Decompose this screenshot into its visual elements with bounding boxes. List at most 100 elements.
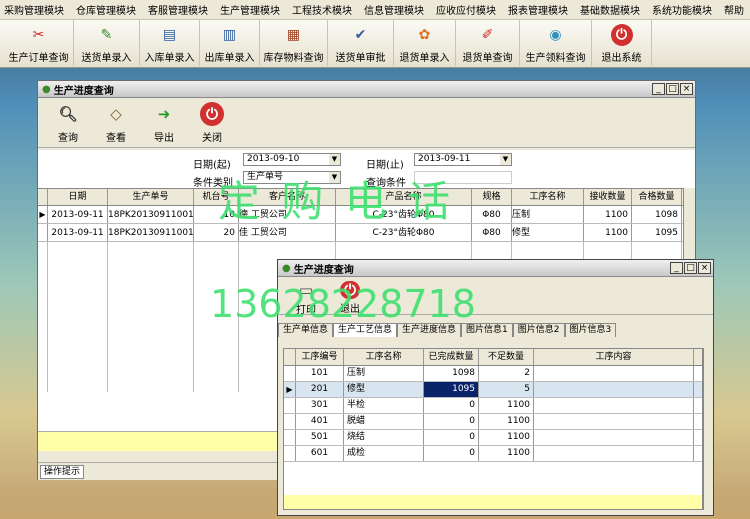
bag-icon: ◉: [549, 27, 562, 43]
exit-icon: ⏻: [610, 24, 633, 46]
window-titlebar[interactable]: ● 生产进度查询 _ □ ×: [278, 260, 713, 277]
power-icon: ⏻: [200, 102, 224, 126]
note-icon: ✎: [100, 27, 113, 43]
column-header[interactable]: 已完成数量: [424, 349, 479, 365]
view-button[interactable]: ◇ 查看: [92, 98, 140, 147]
date-to-field[interactable]: 2013-09-11 ▼: [414, 153, 512, 166]
table-row[interactable]: 301 半检 0 1100: [284, 398, 702, 414]
maximize-button[interactable]: □: [684, 262, 697, 274]
return-query-button[interactable]: ✐ 退货单查询: [456, 20, 520, 66]
tab-process-info[interactable]: 生产工艺信息: [333, 323, 398, 337]
material-query-button[interactable]: ◉ 生产领料查询: [520, 20, 592, 66]
menu-reports[interactable]: 报表管理模块: [508, 2, 568, 17]
pdf-icon: ✂: [32, 27, 45, 43]
printer-icon: ▭: [298, 281, 314, 299]
menu-purchase[interactable]: 采购管理模块: [4, 2, 64, 17]
menu-basedata[interactable]: 基础数据模块: [580, 2, 640, 17]
column-header[interactable]: 客户名称: [239, 189, 336, 205]
column-header[interactable]: 生产单号: [108, 189, 194, 205]
brush-icon: ✐: [481, 27, 494, 43]
chevron-down-icon: ▼: [500, 154, 511, 165]
flower-icon: ✿: [418, 27, 431, 43]
column-header[interactable]: 日期: [48, 189, 108, 205]
export-button[interactable]: ➜ 导出: [140, 98, 188, 147]
table-row[interactable]: 2013-09-11 18PK20130911001 20 佳 工贸公司 C-2…: [38, 224, 685, 242]
inbox-icon: ▤: [162, 27, 177, 43]
delivery-approve-button[interactable]: ✔ 送货单审批: [328, 20, 394, 66]
close-button[interactable]: ×: [680, 83, 693, 95]
menu-system[interactable]: 系统功能模块: [652, 2, 712, 17]
detail-tabs: 生产单信息 生产工艺信息 生产进度信息 图片信息1 图片信息2 图片信息3: [278, 323, 617, 337]
menu-warehouse[interactable]: 仓库管理模块: [76, 2, 136, 17]
column-header[interactable]: 机台号: [194, 189, 239, 205]
close-window-button[interactable]: ⏻ 关闭: [188, 98, 236, 147]
box-icon: ▥: [222, 27, 237, 43]
menu-info[interactable]: 信息管理模块: [364, 2, 424, 17]
return-entry-button[interactable]: ✿ 退货单录入: [394, 20, 456, 66]
active-cell[interactable]: 1095: [424, 382, 479, 397]
column-header[interactable]: 工序编号: [296, 349, 344, 365]
column-header[interactable]: 不足数量: [479, 349, 534, 365]
condition-label: 条件类别: [193, 178, 233, 189]
close-button[interactable]: ×: [698, 262, 711, 274]
window-title: 生产进度查询: [53, 85, 114, 97]
print-button[interactable]: ▭ 打印: [284, 277, 328, 316]
column-header[interactable]: 规格: [472, 189, 512, 205]
menu-service[interactable]: 客服管理模块: [148, 2, 208, 17]
column-header[interactable]: 工序名称: [512, 189, 584, 205]
window-toolbar: ▭ 打印 ⏻ 退出: [278, 277, 713, 316]
order-query-button[interactable]: ✂ 生产订单查询: [4, 20, 74, 66]
query-condition-input[interactable]: [414, 171, 512, 184]
tab-image-1[interactable]: 图片信息1: [461, 323, 513, 337]
table-row-selected[interactable]: ▶ 201 修型 1095 5: [284, 382, 702, 398]
window-icon: ●: [42, 83, 51, 95]
menu-finance[interactable]: 应收应付模块: [436, 2, 496, 17]
table-header: 日期 生产单号 机台号 客户名称 产品名称 规格 工序名称 接收数量 合格数量: [38, 189, 685, 206]
stock-query-button[interactable]: ▦ 库存物料查询: [260, 20, 328, 66]
column-header[interactable]: 接收数量: [584, 189, 632, 205]
column-header[interactable]: 工序内容: [534, 349, 694, 365]
condition-select[interactable]: 生产单号 ▼: [243, 171, 341, 184]
table-row[interactable]: ▶ 2013-09-11 18PK20130911001 10 德 工贸公司 C…: [38, 206, 685, 224]
menu-production[interactable]: 生产管理模块: [220, 2, 280, 17]
column-header[interactable]: 产品名称: [336, 189, 472, 205]
table-row[interactable]: 401 脱蜡 0 1100: [284, 414, 702, 430]
exit-system-button[interactable]: ⏻ 退出系统: [592, 20, 652, 66]
filter-panel: 日期(起) 2013-09-10 ▼ 日期(止) 2013-09-11 ▼ 条件类别…: [38, 150, 695, 189]
table-row[interactable]: 501 烧结 0 1100: [284, 430, 702, 446]
column-header[interactable]: 工序名称: [344, 349, 424, 365]
menu-engineering[interactable]: 工程技术模块: [292, 2, 352, 17]
inbound-entry-button[interactable]: ▤ 入库单录入: [140, 20, 200, 66]
table-summary-row: [284, 495, 702, 509]
chevron-down-icon: ▼: [329, 172, 340, 183]
menu-help[interactable]: 帮助: [724, 2, 744, 17]
power-icon: ⏻: [340, 281, 360, 299]
table-row[interactable]: 601 成检 0 1100: [284, 446, 702, 462]
column-header[interactable]: 合格数量: [632, 189, 682, 205]
tab-image-2[interactable]: 图片信息2: [512, 323, 565, 337]
maximize-button[interactable]: □: [666, 83, 679, 95]
query-button[interactable]: 🔍︎ 查询: [44, 98, 92, 147]
date-from-field[interactable]: 2013-09-10 ▼: [243, 153, 341, 166]
tab-progress-info[interactable]: 生产进度信息: [397, 323, 462, 337]
query-condition-label: 查询条件: [366, 178, 406, 189]
document-icon: ◇: [110, 105, 122, 123]
table-scrollbar[interactable]: [703, 348, 713, 510]
delivery-entry-button[interactable]: ✎ 送货单录入: [74, 20, 140, 66]
tab-order-info[interactable]: 生产单信息: [278, 323, 334, 337]
minimize-button[interactable]: _: [652, 83, 665, 95]
chevron-down-icon: ▼: [329, 154, 340, 165]
approve-icon: ✔: [354, 27, 367, 43]
menu-bar: 采购管理模块 仓库管理模块 客服管理模块 生产管理模块 工程技术模块 信息管理模…: [0, 0, 750, 20]
minimize-button[interactable]: _: [670, 262, 683, 274]
outbound-entry-button[interactable]: ▥ 出库单录入: [200, 20, 260, 66]
magnifier-icon: 🔍︎: [58, 105, 78, 123]
table-row[interactable]: 101 压制 1098 2: [284, 366, 702, 382]
status-hint-tab[interactable]: 操作提示: [40, 465, 85, 479]
date-to-label: 日期(止): [366, 160, 404, 171]
row-pointer-icon: ▶: [284, 382, 296, 397]
window-titlebar[interactable]: ● 生产进度查询 _ □ ×: [38, 81, 695, 98]
tab-image-3[interactable]: 图片信息3: [564, 323, 617, 337]
window-toolbar: 🔍︎ 查询 ◇ 查看 ➜ 导出 ⏻ 关闭: [38, 98, 695, 148]
exit-button[interactable]: ⏻ 退出: [328, 277, 372, 315]
